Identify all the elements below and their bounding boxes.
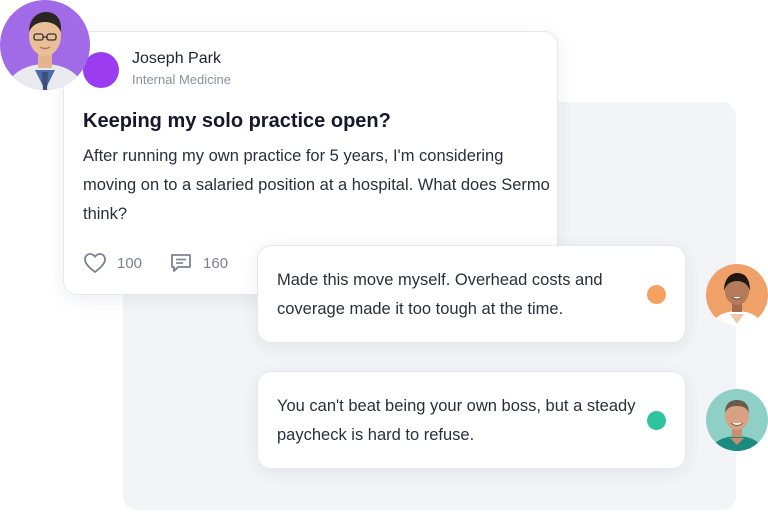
post-title[interactable]: Keeping my solo practice open? (83, 110, 391, 133)
like-button[interactable]: 100 (83, 252, 142, 274)
comment-icon (169, 252, 193, 274)
reply-text: You can't beat being your own boss, but … (277, 397, 636, 444)
author-avatar-dot (83, 52, 119, 88)
doctor-avatar[interactable] (0, 0, 90, 90)
post-body: After running my own practice for 5 year… (83, 147, 550, 223)
doctor-avatar[interactable] (706, 389, 768, 451)
status-dot (647, 285, 666, 304)
like-count: 100 (117, 254, 143, 272)
author-name[interactable]: Joseph Park (132, 50, 221, 68)
post-actions: 100 160 (83, 251, 228, 275)
heart-icon (83, 252, 107, 274)
doctor-avatar[interactable] (706, 264, 768, 326)
comment-button[interactable]: 160 (169, 252, 228, 274)
status-dot (647, 411, 666, 430)
reply-card[interactable]: You can't beat being your own boss, but … (257, 371, 686, 469)
author-specialty: Internal Medicine (132, 72, 231, 87)
reply-card[interactable]: Made this move myself. Overhead costs an… (257, 245, 686, 343)
comment-count: 160 (203, 254, 229, 272)
reply-text: Made this move myself. Overhead costs an… (277, 271, 603, 318)
